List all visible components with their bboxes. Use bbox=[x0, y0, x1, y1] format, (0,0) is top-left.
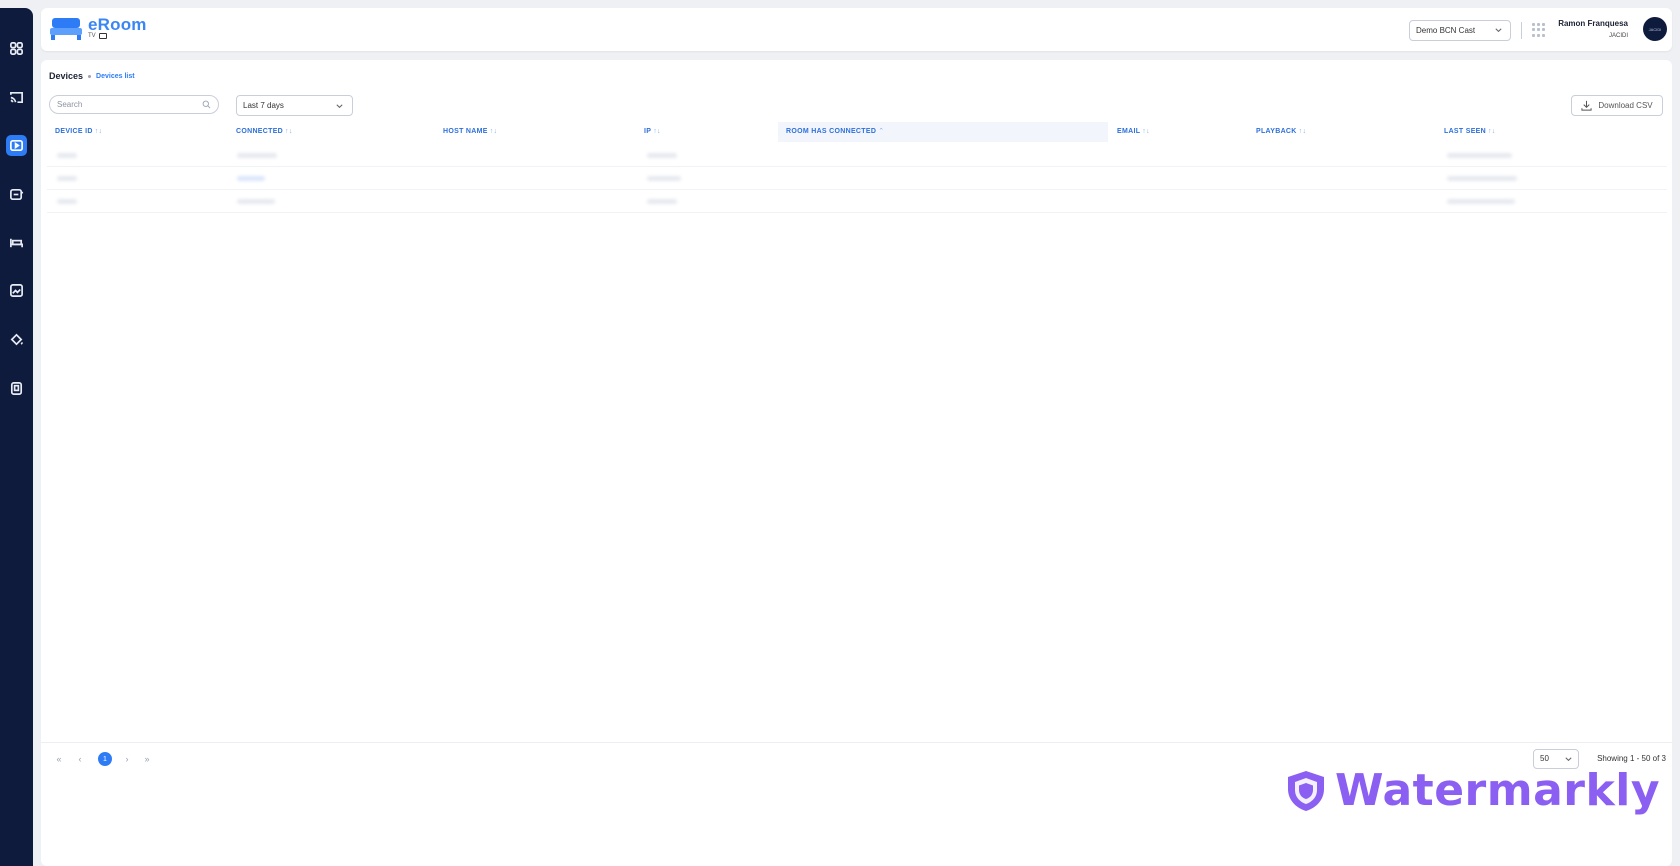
prev-page-button[interactable]: ‹ bbox=[73, 752, 87, 766]
content-icon[interactable] bbox=[6, 184, 27, 205]
watermark: Watermarkly bbox=[1285, 765, 1660, 816]
breadcrumb-devices-list[interactable]: Devices list bbox=[96, 73, 135, 80]
first-page-button[interactable]: « bbox=[52, 752, 66, 766]
dashboard-icon[interactable] bbox=[6, 38, 27, 59]
search-placeholder: Search bbox=[57, 100, 83, 109]
media-icon[interactable] bbox=[6, 280, 27, 301]
chevron-down-icon bbox=[1495, 28, 1502, 33]
breadcrumb-separator bbox=[88, 74, 92, 78]
cast-icon[interactable] bbox=[6, 87, 27, 108]
column-ip[interactable]: IP ↑↓ bbox=[636, 122, 776, 142]
column-host-name[interactable]: HOST NAME ↑↓ bbox=[435, 122, 635, 142]
shield-icon bbox=[1288, 770, 1324, 811]
column-playback[interactable]: PLAYBACK ↑↓ bbox=[1248, 122, 1434, 142]
divider bbox=[1521, 22, 1522, 39]
app-name: eRoom bbox=[88, 15, 147, 34]
search-input[interactable]: Search bbox=[49, 95, 219, 114]
watermark-text: Watermarkly bbox=[1335, 765, 1660, 816]
organization-select[interactable]: Demo BCN Cast bbox=[1409, 20, 1511, 41]
sort-icon: ↑↓ bbox=[94, 128, 103, 135]
main-panel: Devices Devices list Search Last 7 days … bbox=[41, 60, 1672, 866]
column-connected[interactable]: CONNECTED ↑↓ bbox=[228, 122, 433, 142]
sort-icon: ↑↓ bbox=[285, 128, 293, 135]
organization-select-value: Demo BCN Cast bbox=[1416, 26, 1476, 35]
sort-icon: ↑↓ bbox=[1142, 128, 1150, 135]
date-range-select[interactable]: Last 7 days bbox=[236, 95, 353, 116]
app-logo[interactable]: eRoom TV bbox=[49, 16, 147, 47]
column-email[interactable]: EMAIL ↑↓ bbox=[1109, 122, 1246, 142]
column-last-seen[interactable]: LAST SEEN ↑↓ bbox=[1436, 122, 1666, 142]
breadcrumb: Devices Devices list bbox=[49, 71, 135, 81]
sort-icon: ↑↓ bbox=[653, 128, 661, 135]
column-room-has-connected[interactable]: ROOM HAS CONNECTED ⌃ bbox=[778, 122, 1108, 142]
bed-logo-icon bbox=[49, 16, 83, 47]
account-icon[interactable] bbox=[6, 378, 27, 399]
devices-icon[interactable] bbox=[6, 135, 27, 156]
avatar-text: JACIDI bbox=[1648, 26, 1662, 32]
chevron-down-icon bbox=[336, 104, 343, 109]
table-row[interactable] bbox=[47, 144, 1667, 167]
column-device-id[interactable]: DEVICE ID ↑↓ bbox=[47, 122, 227, 142]
current-page-button[interactable]: 1 bbox=[98, 752, 112, 766]
download-csv-button[interactable]: Download CSV bbox=[1571, 95, 1663, 116]
rooms-icon[interactable] bbox=[6, 232, 27, 253]
date-range-value: Last 7 days bbox=[243, 101, 284, 110]
top-header: eRoom TV Demo BCN Cast Ramon Franquesa J… bbox=[41, 8, 1672, 51]
sort-icon: ⌃ bbox=[878, 128, 885, 135]
table-header: DEVICE ID ↑↓ CONNECTED ↑↓ HOST NAME ↑↓ IP ↑↓… bbox=[47, 122, 1667, 142]
per-page-value: 50 bbox=[1540, 754, 1549, 763]
download-icon bbox=[1581, 100, 1592, 111]
chevron-down-icon bbox=[1565, 757, 1572, 762]
theme-icon[interactable] bbox=[6, 329, 27, 350]
sort-icon: ↑↓ bbox=[1298, 128, 1307, 135]
tv-icon bbox=[98, 33, 107, 39]
download-csv-label: Download CSV bbox=[1598, 101, 1653, 110]
page-title: Devices bbox=[49, 71, 84, 81]
showing-count: Showing 1 - 50 of 3 bbox=[1597, 754, 1666, 763]
avatar[interactable]: JACIDI bbox=[1643, 17, 1667, 41]
user-organization: JACIDI bbox=[1608, 33, 1628, 39]
apps-grid-icon[interactable] bbox=[1532, 23, 1546, 37]
next-page-button[interactable]: › bbox=[120, 752, 134, 766]
sort-icon: ↑↓ bbox=[1487, 128, 1496, 135]
user-name: Ramon Franquesa bbox=[1558, 19, 1628, 28]
sidebar bbox=[0, 8, 33, 866]
table-row[interactable] bbox=[47, 167, 1667, 190]
last-page-button[interactable]: » bbox=[140, 752, 154, 766]
search-icon bbox=[202, 100, 211, 109]
app-sub: TV bbox=[88, 33, 96, 39]
table-row[interactable] bbox=[47, 190, 1667, 213]
sort-icon: ↑↓ bbox=[489, 128, 498, 135]
